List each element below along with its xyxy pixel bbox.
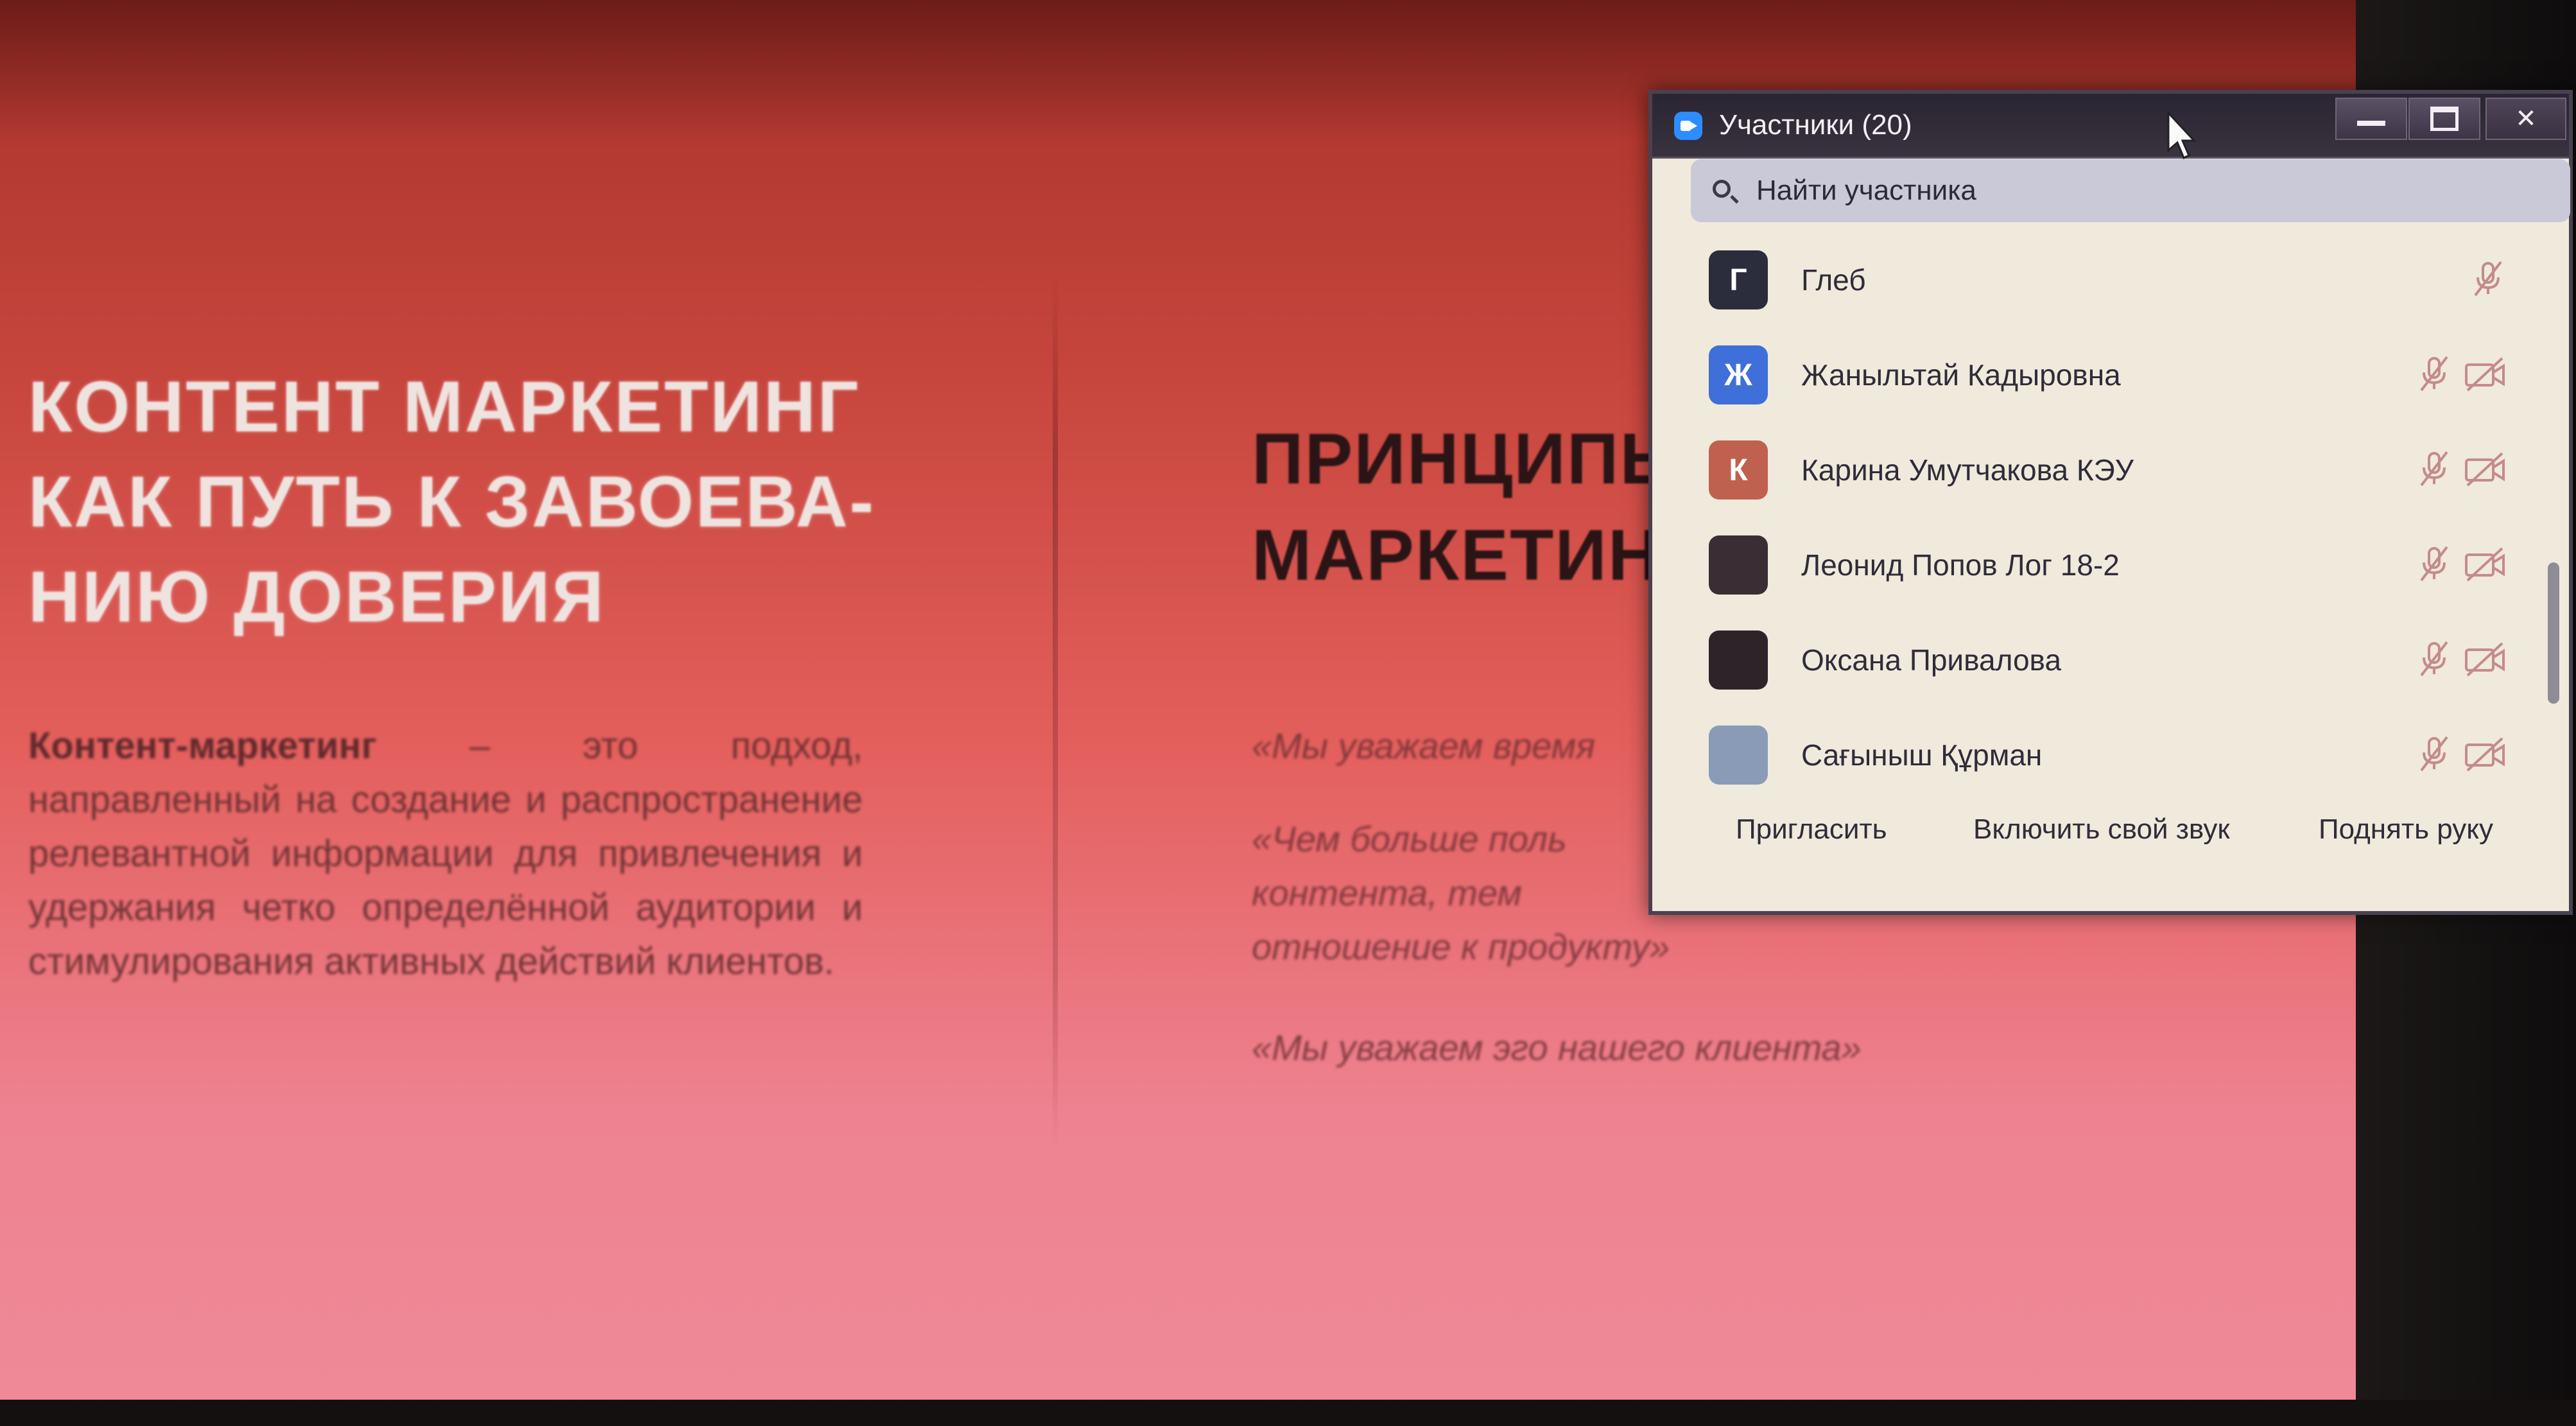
participant-name: Жаныльтай Кадыровна xyxy=(1801,358,2121,392)
slide-quote-1: «Мы уважаем время xyxy=(1252,726,1596,766)
raise-hand-button[interactable]: Поднять руку xyxy=(2319,812,2493,848)
mic-muted-icon[interactable] xyxy=(2470,259,2506,298)
slide-left-body: Контент-маркетинг – это подход, направле… xyxy=(28,719,863,989)
minimize-icon xyxy=(2357,121,2385,126)
mic-muted-icon[interactable] xyxy=(2416,735,2452,773)
mic-muted-icon[interactable] xyxy=(2416,544,2452,583)
slide-left-body-term: Контент-маркетинг xyxy=(28,725,377,767)
maximize-icon xyxy=(2430,107,2459,131)
search-input[interactable] xyxy=(1755,171,2528,211)
participant-row[interactable]: Ж Жаныльтай Кадыровна xyxy=(1652,326,2538,421)
participant-name: Глеб xyxy=(1801,263,1866,297)
panel-footer: Пригласить Включить свой звук Поднять ру… xyxy=(1652,812,2569,863)
video-off-icon[interactable] xyxy=(2464,544,2506,583)
slide-left-title: КОНТЕНТ МАРКЕТИНГ КАК ПУТЬ К ЗАВОЕВА- НИ… xyxy=(28,367,876,637)
mouse-cursor-icon xyxy=(2167,110,2197,160)
mic-muted-icon[interactable] xyxy=(2416,449,2452,488)
participant-avatar xyxy=(1709,630,1768,690)
video-off-icon[interactable] xyxy=(2464,639,2506,678)
video-off-icon[interactable] xyxy=(2464,354,2506,393)
participant-name: Оксана Привалова xyxy=(1801,643,2062,677)
participant-name: Сағыныш Құрман xyxy=(1801,738,2043,772)
mic-muted-icon[interactable] xyxy=(2416,354,2452,393)
mic-muted-icon[interactable] xyxy=(2416,639,2452,678)
participant-avatar: Г xyxy=(1709,250,1768,309)
close-button[interactable]: ✕ xyxy=(2485,98,2566,140)
maximize-button[interactable] xyxy=(2408,98,2480,140)
participant-list: Г Глеб Ж Жаныльтай Кадыровна К Карина Умутч… xyxy=(1652,231,2538,801)
screen-bezel-bottom xyxy=(0,1400,2576,1426)
invite-button[interactable]: Пригласить xyxy=(1736,812,1887,848)
participant-name: Леонид Попов Лог 18-2 xyxy=(1801,548,2120,582)
video-off-icon[interactable] xyxy=(2464,449,2506,488)
panel-title: Участники (20) xyxy=(1719,109,1912,141)
participant-row[interactable]: Г Глеб xyxy=(1652,231,2538,326)
participant-row[interactable]: Леонид Попов Лог 18-2 xyxy=(1652,516,2538,611)
participant-search[interactable] xyxy=(1691,159,2570,222)
close-icon: ✕ xyxy=(2515,105,2537,133)
participant-avatar xyxy=(1709,726,1768,785)
unmute-button[interactable]: Включить свой звук xyxy=(1973,812,2230,848)
zoom-camera-icon xyxy=(1674,112,1702,140)
search-icon xyxy=(1713,180,1731,198)
participant-row[interactable]: К Карина Умутчакова КЭУ xyxy=(1652,421,2538,516)
video-off-icon[interactable] xyxy=(2464,735,2506,773)
participants-panel: Участники (20) ✕ Г Глеб Ж Жаныльтай Кадыро… xyxy=(1648,90,2573,915)
participant-row[interactable]: Сағыныш Құрман xyxy=(1652,706,2538,801)
participant-list-scrollbar[interactable] xyxy=(2548,562,2559,704)
panel-titlebar[interactable]: Участники (20) ✕ xyxy=(1652,94,2569,159)
participant-row[interactable]: Оксана Привалова xyxy=(1652,611,2538,706)
minimize-button[interactable] xyxy=(2335,98,2407,140)
slide-quote-3: «Мы уважаем эго нашего клиента» xyxy=(1252,1027,1862,1068)
participant-avatar: К xyxy=(1709,440,1768,500)
slide-divider xyxy=(1053,276,1058,1149)
slide-quote-2: «Чем больше поль контента, тем отношение… xyxy=(1252,819,1670,967)
participant-avatar: Ж xyxy=(1709,345,1768,404)
participant-avatar xyxy=(1709,535,1768,595)
participant-name: Карина Умутчакова КЭУ xyxy=(1801,453,2134,487)
